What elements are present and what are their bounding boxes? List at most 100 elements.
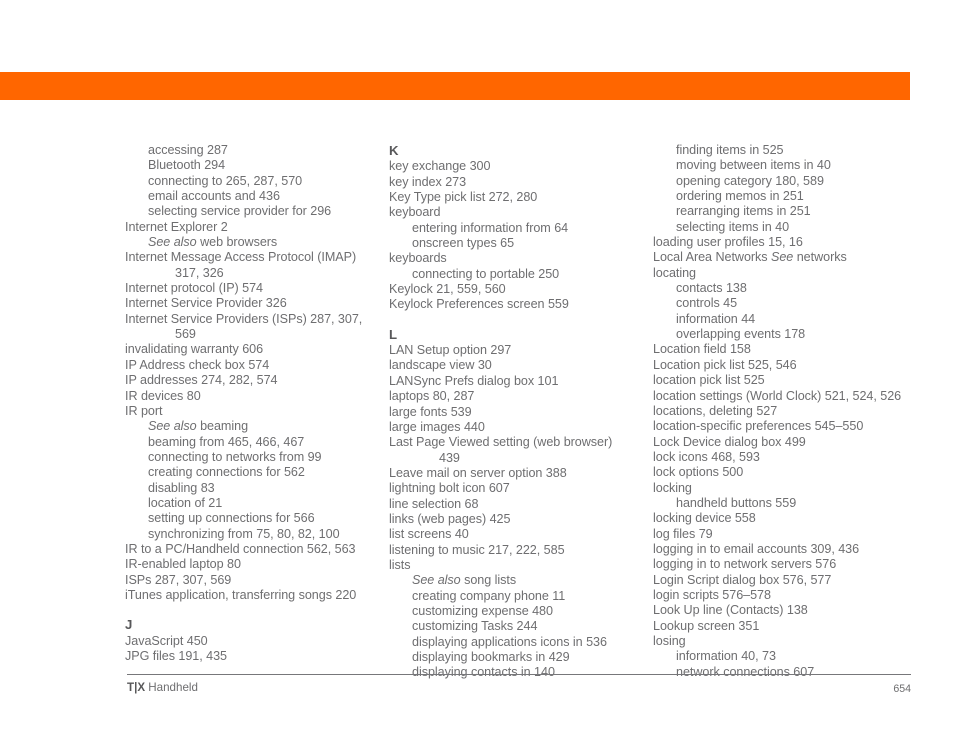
index-entry-text: Local Area Networks: [653, 250, 771, 265]
index-entry: lock options 500: [653, 465, 744, 480]
index-entry: location pick list 525: [653, 373, 765, 388]
index-entry: displaying applications icons in 536: [412, 634, 607, 649]
index-entry: LANSync Prefs dialog box 101: [389, 373, 559, 388]
index-entry: IR devices 80: [125, 388, 201, 403]
index-entry: key index 273: [389, 174, 467, 189]
index-entry: accessing 287: [148, 143, 228, 157]
index-entry: loading user profiles 15, 16: [653, 235, 803, 250]
index-entry: large images 440: [389, 419, 485, 434]
index-entry: login scripts 576–578: [653, 587, 771, 602]
index-entry: controls 45: [676, 296, 738, 311]
index-entry: line selection 68: [389, 496, 479, 511]
index-entry: list screens 40: [389, 527, 469, 542]
index-entry-text: beaming: [196, 419, 249, 434]
column-3: finding items in 525 moving between items…: [653, 143, 915, 680]
footer-divider: [127, 674, 911, 675]
index-entry: Keylock 21, 559, 560: [389, 282, 506, 297]
column-1: accessing 287 Bluetooth 294 connecting to …: [125, 143, 387, 664]
footer-brand: T|X: [127, 681, 146, 694]
index-entry: lightning bolt icon 607: [389, 481, 510, 496]
index-entry: lists: [389, 557, 411, 572]
index-entry: 317, 326: [175, 265, 224, 280]
index-entry: locating: [653, 265, 697, 280]
index-entry: synchronizing from 75, 80, 82, 100: [148, 526, 340, 541]
column-2: Kkey exchange 300 key index 273 Key Type p…: [389, 143, 651, 681]
index-entry: Internet protocol (IP) 574: [125, 281, 264, 296]
index-entry: Internet Explorer 2: [125, 219, 228, 234]
section-letter-heading: L: [389, 326, 398, 342]
index-entry: invalidating warranty 606: [125, 342, 264, 357]
index-entry: selecting items in 40: [676, 219, 790, 234]
index-entry: Lookup screen 351: [653, 618, 760, 633]
index-entry: entering information from 64: [412, 220, 569, 235]
index-entry: Last Page Viewed setting (web browser): [389, 435, 613, 450]
index-entry: locations, deleting 527: [653, 403, 778, 418]
index-entry: LAN Setup option 297: [389, 343, 512, 358]
index-entry: See also song lists: [389, 573, 651, 588]
index-entry: IP Address check box 574: [125, 357, 270, 372]
index-entry: Bluetooth 294: [148, 158, 226, 173]
index-entry: email accounts and 436: [148, 189, 280, 204]
index-entry: location-specific preferences 545–550: [653, 419, 864, 434]
index-entry: selecting service provider for 296: [148, 204, 332, 219]
index-entry: overlapping events 178: [676, 327, 806, 342]
index-entry-text: networks: [793, 250, 847, 265]
index-entry: location of 21: [148, 495, 223, 510]
index-entry: ISPs 287, 307, 569: [125, 572, 232, 587]
index-entry-text: song lists: [460, 573, 517, 588]
index-entry: lock icons 468, 593: [653, 449, 760, 464]
index-page: accessing 287 Bluetooth 294 connecting to …: [0, 0, 954, 738]
index-entry: Look Up line (Contacts) 138: [653, 603, 808, 618]
index-entry: Key Type pick list 272, 280: [389, 190, 538, 205]
index-entry: logging in to email accounts 309, 436: [653, 541, 860, 556]
index-entry: information 44: [676, 311, 756, 326]
index-entry: IP addresses 274, 282, 574: [125, 373, 278, 388]
index-entry: Internet Service Provider 326: [125, 296, 287, 311]
index-entry: 569: [175, 327, 196, 342]
index-entry: moving between items in 40: [676, 158, 831, 173]
see-also-label: See also: [412, 573, 461, 588]
index-entry: displaying bookmarks in 429: [412, 650, 570, 664]
index-entry: locking device 558: [653, 511, 756, 526]
index-entry: onscreen types 65: [412, 236, 515, 251]
index-columns-container: accessing 287 Bluetooth 294 connecting to …: [125, 143, 915, 679]
footer-product-name: Handheld: [145, 681, 198, 694]
index-entry: Leave mail on server option 388: [389, 465, 567, 480]
index-entry: Local Area Networks See networks: [653, 250, 915, 265]
see-also-label: See also: [148, 419, 197, 434]
orange-header-band: [0, 72, 910, 100]
index-entry-text: web browsers: [196, 235, 278, 250]
see-also-label: See also: [148, 235, 197, 250]
index-entry: See also web browsers: [125, 235, 387, 250]
index-entry: locking: [653, 480, 692, 495]
index-entry: links (web pages) 425: [389, 511, 511, 526]
index-entry: keyboards: [389, 251, 447, 266]
index-entry: IR to a PC/Handheld connection 562, 563: [125, 541, 356, 556]
index-entry: losing: [653, 634, 686, 648]
index-entry: location settings (World Clock) 521, 524…: [653, 388, 902, 403]
index-entry: 439: [439, 450, 460, 465]
index-entry: connecting to networks from 99: [148, 449, 322, 464]
index-entry: large fonts 539: [389, 404, 472, 419]
index-entry: customizing expense 480: [412, 603, 553, 618]
section-letter-heading: K: [389, 143, 399, 158]
index-entry: connecting to portable 250: [412, 266, 560, 281]
index-entry: laptops 80, 287: [389, 389, 475, 404]
footer-product-label: T|X Handheld: [127, 681, 198, 694]
index-entry: finding items in 525: [676, 143, 784, 157]
index-entry: Internet Service Providers (ISPs) 287, 3…: [125, 311, 363, 326]
index-entry: JPG files 191, 435: [125, 649, 228, 663]
index-entry: listening to music 217, 222, 585: [389, 542, 565, 557]
index-entry: creating connections for 562: [148, 465, 305, 480]
index-entry: setting up connections for 566: [148, 511, 315, 526]
index-entry: disabling 83: [148, 480, 215, 495]
index-entry: keyboard: [389, 205, 441, 220]
see-also-label: See: [771, 250, 794, 265]
index-entry: Location pick list 525, 546: [653, 357, 797, 372]
index-entry: handheld buttons 559: [676, 495, 797, 510]
index-entry: rearranging items in 251: [676, 204, 811, 219]
index-entry: iTunes application, transferring songs 2…: [125, 587, 357, 602]
index-entry: contacts 138: [676, 281, 747, 296]
index-entry: JavaScript 450: [125, 633, 208, 648]
index-entry: beaming from 465, 466, 467: [148, 434, 305, 449]
